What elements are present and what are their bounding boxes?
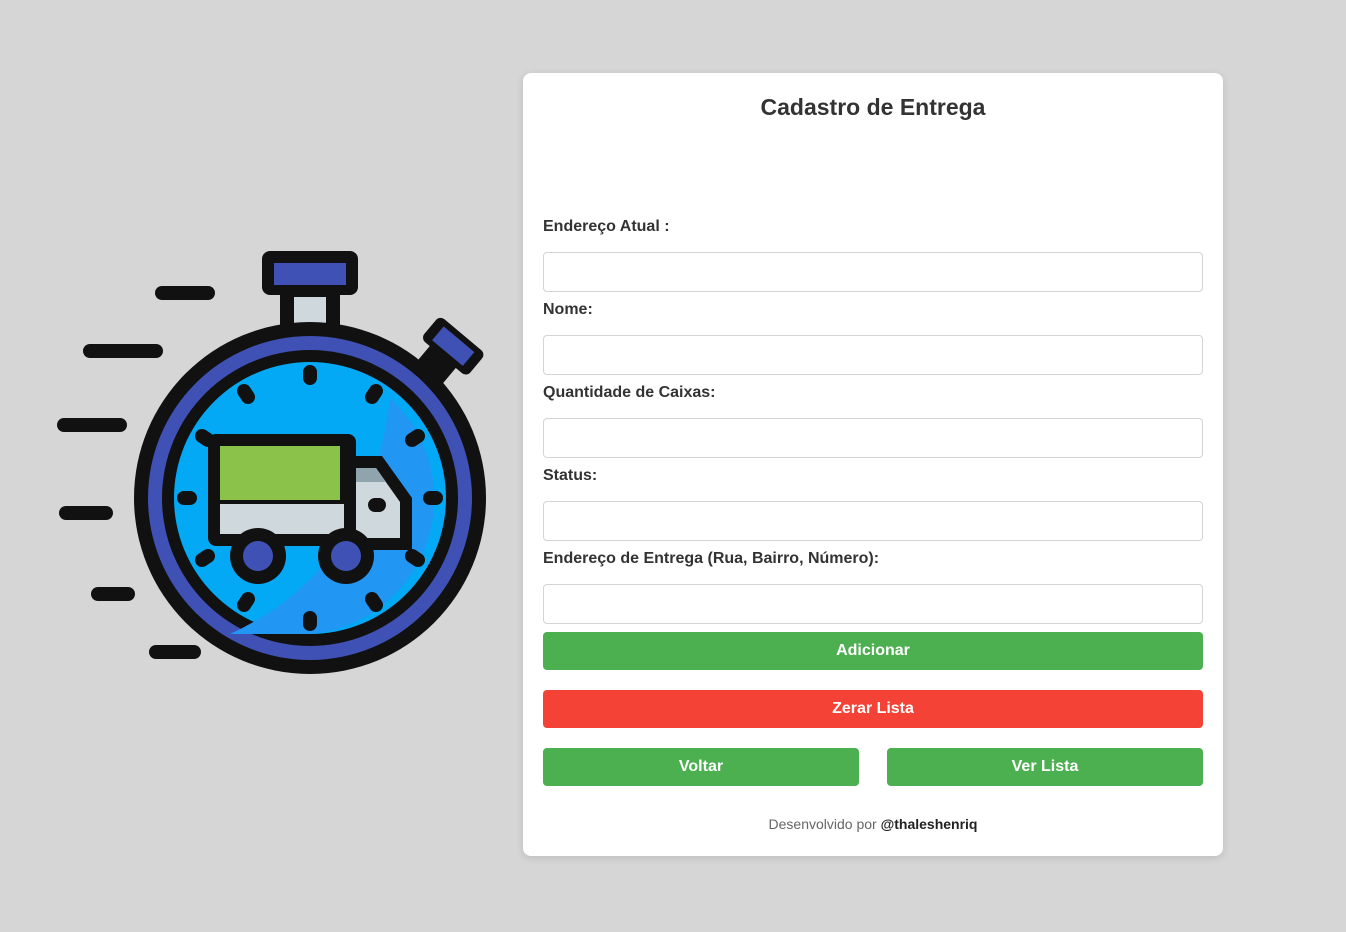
- box-quantity-label: Quantidade de Caixas:: [543, 384, 716, 401]
- clear-list-button[interactable]: Zerar Lista: [543, 690, 1203, 728]
- add-button[interactable]: Adicionar: [543, 632, 1203, 670]
- footer-prefix: Desenvolvido por: [768, 816, 877, 832]
- box-quantity-input[interactable]: [543, 418, 1203, 458]
- footer-credit: Desenvolvido por @thaleshenriq: [543, 816, 1203, 832]
- delivery-form-card: Cadastro de Entrega Endereço Atual : Nom…: [523, 73, 1223, 856]
- author-link[interactable]: @thaleshenriq: [881, 816, 978, 832]
- back-button[interactable]: Voltar: [543, 748, 859, 786]
- page-title: Cadastro de Entrega: [760, 94, 986, 120]
- page: Cadastro de Entrega Endereço Atual : Nom…: [0, 0, 1346, 932]
- current-address-label: Endereço Atual :: [543, 218, 670, 235]
- delivery-address-label: Endereço de Entrega (Rua, Bairro, Número…: [543, 550, 880, 567]
- current-address-input[interactable]: [543, 252, 1203, 292]
- name-label: Nome:: [543, 301, 593, 318]
- delivery-address-input[interactable]: [543, 584, 1203, 624]
- status-input[interactable]: [543, 501, 1203, 541]
- status-label: Status:: [543, 467, 598, 484]
- view-list-button[interactable]: Ver Lista: [887, 748, 1203, 786]
- delivery-stopwatch-truck-icon: [50, 240, 490, 680]
- name-input[interactable]: [543, 335, 1203, 375]
- delivery-form: Endereço Atual : Nome: Quantidade de Cai…: [543, 217, 1203, 786]
- navigation-buttons: Voltar Ver Lista: [543, 748, 1203, 786]
